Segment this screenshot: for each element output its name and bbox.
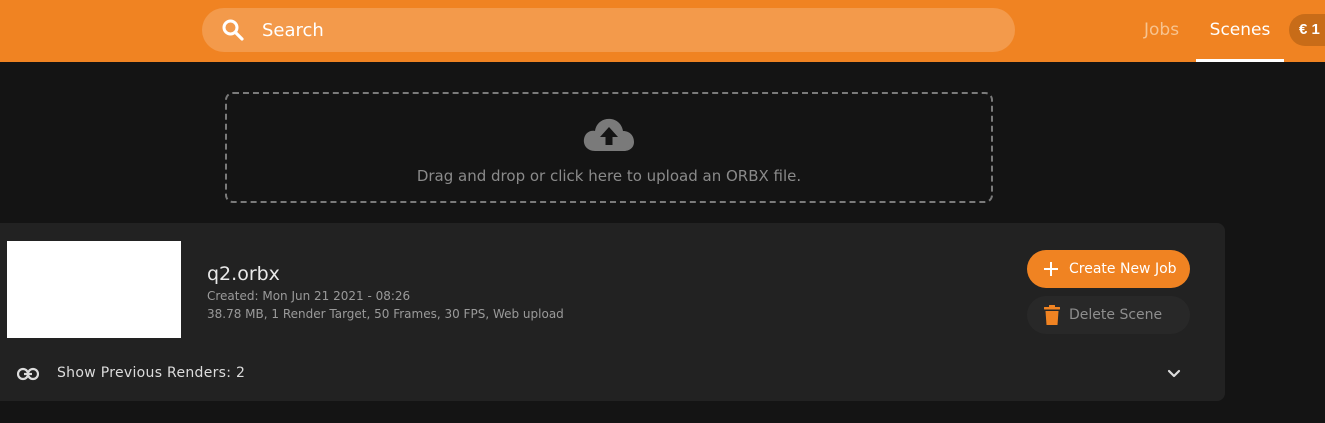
scene-card: q2.orbx Created: Mon Jun 21 2021 - 08:26… xyxy=(0,223,1225,401)
scene-created-date: Created: Mon Jun 21 2021 - 08:26 xyxy=(207,289,411,303)
scene-info: 38.78 MB, 1 Render Target, 50 Frames, 30… xyxy=(207,307,564,321)
link-icon xyxy=(17,367,39,381)
search-bar[interactable] xyxy=(202,8,1015,52)
nav-scenes[interactable]: Scenes xyxy=(1196,0,1284,62)
trash-icon xyxy=(1044,305,1060,325)
create-new-job-button[interactable]: Create New Job xyxy=(1027,250,1190,288)
search-icon xyxy=(222,19,244,41)
create-new-job-label: Create New Job xyxy=(1069,261,1177,277)
chevron-down-icon[interactable] xyxy=(1166,366,1182,382)
top-bar: Jobs Scenes € 1 xyxy=(0,0,1325,62)
plus-icon xyxy=(1044,262,1058,276)
upload-instructions: Drag and drop or click here to upload an… xyxy=(416,167,802,185)
balance-badge[interactable]: € 1 xyxy=(1289,14,1325,46)
previous-renders-label: Show Previous Renders: 2 xyxy=(57,365,246,381)
scene-thumbnail xyxy=(7,241,181,338)
scene-name: q2.orbx xyxy=(207,263,280,285)
nav-jobs[interactable]: Jobs xyxy=(1144,0,1179,62)
cloud-upload-icon xyxy=(583,118,634,151)
delete-scene-button[interactable]: Delete Scene xyxy=(1027,296,1190,334)
show-previous-renders-toggle[interactable]: Show Previous Renders: 2 xyxy=(0,357,1225,391)
search-input[interactable] xyxy=(262,8,962,52)
delete-scene-label: Delete Scene xyxy=(1069,307,1163,323)
upload-dropzone[interactable]: Drag and drop or click here to upload an… xyxy=(225,92,993,203)
